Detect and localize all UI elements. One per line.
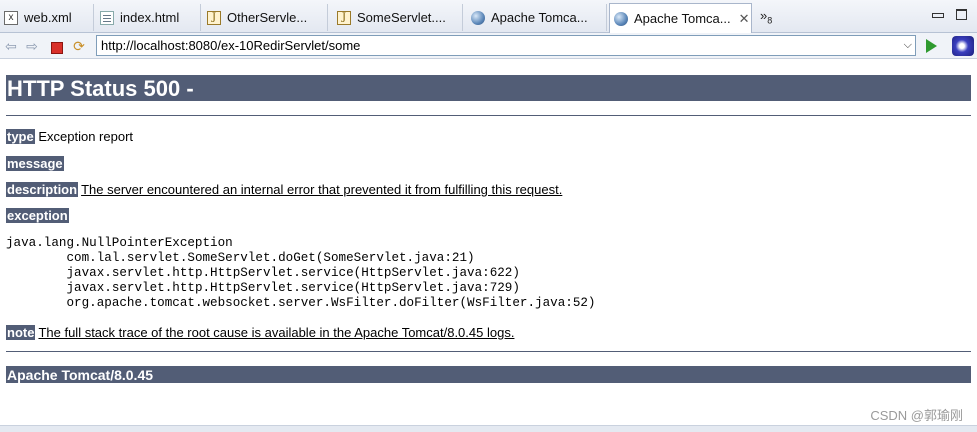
type-row: type Exception report (6, 129, 133, 144)
close-icon[interactable]: ✕ (739, 11, 750, 27)
watermark: CSDN @郭瑜刚 (870, 408, 963, 423)
note-label: note (6, 325, 36, 340)
divider (6, 351, 971, 352)
exception-label: exception (6, 208, 69, 223)
web-browser-icon[interactable] (952, 36, 974, 56)
tab-label: web.xml (24, 10, 72, 25)
java-file-icon: J (337, 10, 351, 25)
description-value: The server encountered an internal error… (81, 182, 563, 197)
server-footer: Apache Tomcat/8.0.45 (6, 366, 971, 383)
go-icon[interactable] (926, 39, 937, 53)
message-label: message (6, 156, 64, 171)
java-file-icon: J (207, 10, 221, 25)
url-text: http://localhost:8080/ex-10RedirServlet/… (101, 38, 361, 53)
tab-label: Apache Tomca... (491, 10, 588, 25)
divider (6, 115, 971, 116)
message-row: message (6, 156, 64, 171)
minimize-icon (932, 13, 944, 18)
tab-apache-tomcat-1[interactable]: Apache Tomca... (467, 4, 607, 31)
back-button[interactable]: ⇦ (3, 38, 19, 54)
editor-tab-bar: x web.xml index.html J OtherServle... J … (0, 0, 977, 33)
status-bar (0, 425, 977, 432)
note-row: note The full stack trace of the root cau… (6, 325, 514, 340)
tab-index-html[interactable]: index.html (96, 4, 201, 31)
refresh-icon: ⟳ (73, 38, 85, 54)
tab-label: OtherServle... (227, 10, 308, 25)
tab-web-xml[interactable]: x web.xml (0, 4, 94, 31)
tab-label: Apache Tomca... (634, 11, 731, 26)
xml-file-icon: x (4, 10, 18, 25)
refresh-button[interactable]: ⟳ (71, 38, 87, 54)
tab-label: index.html (120, 10, 180, 25)
tab-label: SomeServlet.... (357, 10, 446, 25)
type-label: type (6, 129, 35, 144)
maximize-icon (956, 9, 967, 20)
overflow-count: 8 (767, 15, 773, 26)
forward-button[interactable]: ⇨ (24, 38, 40, 54)
description-label: description (6, 182, 79, 197)
back-arrow-icon: ⇦ (5, 38, 17, 54)
page-title: HTTP Status 500 - (6, 75, 971, 101)
globe-icon (614, 11, 628, 26)
forward-arrow-icon: ⇨ (26, 38, 38, 54)
type-value: Exception report (38, 129, 134, 144)
tab-some-servlet[interactable]: J SomeServlet.... (333, 4, 463, 31)
minimize-button[interactable] (932, 9, 944, 19)
tab-apache-tomcat-active[interactable]: Apache Tomca... ✕ (609, 3, 752, 33)
browser-toolbar: ⇦ ⇨ ⟳ http://localhost:8080/ex-10RedirSe… (0, 33, 977, 59)
stack-trace: java.lang.NullPointerException com.lal.s… (6, 236, 596, 310)
note-value: The full stack trace of the root cause i… (38, 325, 515, 340)
exception-row: exception (6, 208, 69, 223)
tab-other-servlet[interactable]: J OtherServle... (203, 4, 328, 31)
maximize-button[interactable] (956, 9, 968, 20)
description-row: description The server encountered an int… (6, 182, 562, 197)
globe-icon (471, 10, 485, 25)
chevron-down-icon[interactable]: ⌵ (904, 36, 912, 55)
html-file-icon (100, 10, 114, 25)
url-input[interactable]: http://localhost:8080/ex-10RedirServlet/… (96, 35, 916, 56)
stop-button[interactable] (51, 42, 63, 54)
tab-overflow-button[interactable]: »8 (760, 8, 772, 26)
